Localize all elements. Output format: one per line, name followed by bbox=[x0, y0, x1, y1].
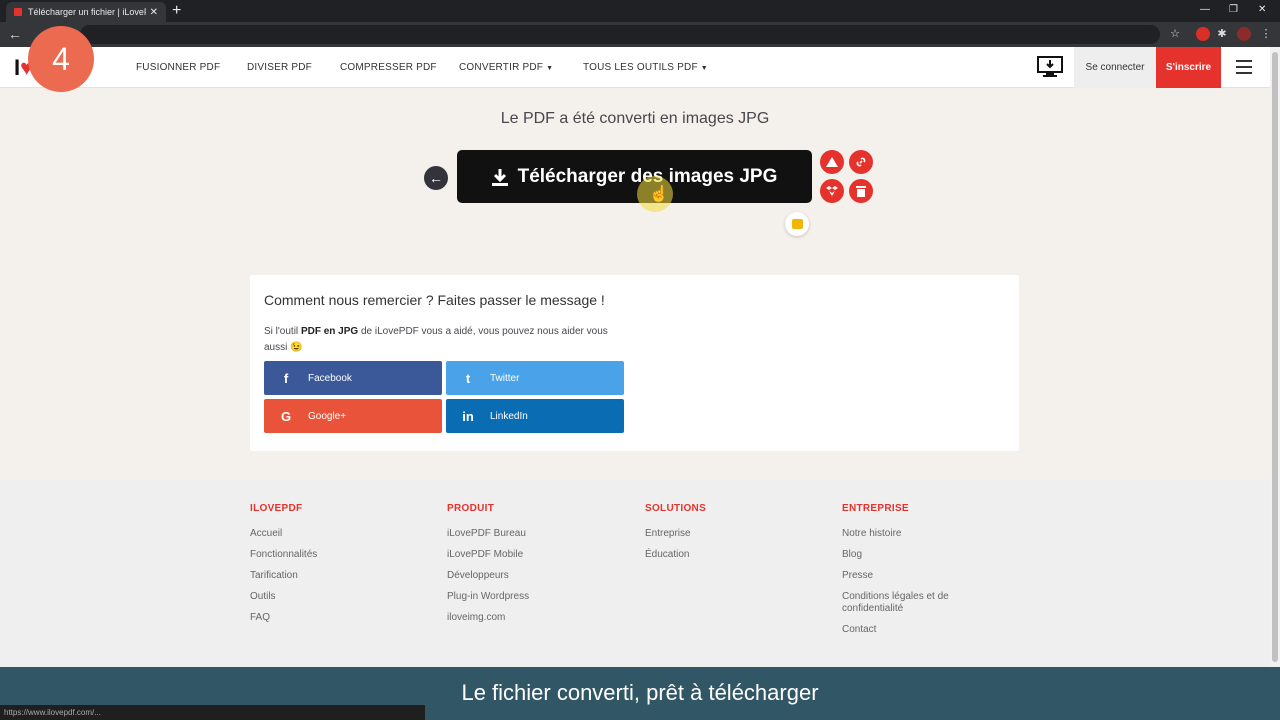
bookmark-star-icon[interactable]: ☆ bbox=[1168, 27, 1182, 41]
footer-link-home[interactable]: Accueil bbox=[250, 528, 317, 540]
window-close-icon[interactable]: ✕ bbox=[1258, 0, 1266, 22]
nav-merge-pdf[interactable]: FUSIONNER PDF bbox=[136, 47, 220, 88]
site-footer bbox=[0, 480, 1270, 667]
signup-button[interactable]: S'inscrire bbox=[1156, 47, 1221, 88]
browser-tab[interactable]: Télécharger un fichier | iLovePDF ✕ bbox=[6, 2, 166, 22]
page-title: Le PDF a été converti en images JPG bbox=[500, 110, 770, 127]
extension-helper-icon[interactable] bbox=[785, 212, 809, 236]
caret-down-icon: ▼ bbox=[700, 65, 708, 72]
footer-link-press[interactable]: Presse bbox=[842, 570, 982, 582]
footer-heading: ILOVEPDF bbox=[250, 503, 303, 514]
footer-link-iloveimg[interactable]: iloveimg.com bbox=[447, 612, 529, 624]
footer-link-desktop[interactable]: iLovePDF Bureau bbox=[447, 528, 529, 540]
hand-cursor-icon: ☝ bbox=[649, 186, 669, 203]
footer-link-features[interactable]: Fonctionnalités bbox=[250, 549, 317, 561]
delete-file-button[interactable] bbox=[849, 179, 873, 203]
browser-tab-bar: Télécharger un fichier | iLovePDF ✕ + — … bbox=[0, 0, 1280, 22]
twitter-icon: t bbox=[465, 370, 471, 386]
footer-link-pricing[interactable]: Tarification bbox=[250, 570, 317, 582]
footer-link-faq[interactable]: FAQ bbox=[250, 612, 317, 624]
facebook-share-button[interactable]: f Facebook bbox=[264, 361, 442, 395]
share-title: Comment nous remercier ? Faites passer l… bbox=[264, 292, 605, 308]
share-link-button[interactable] bbox=[849, 150, 873, 174]
twitter-share-button[interactable]: t Twitter bbox=[446, 361, 624, 395]
footer-link-developers[interactable]: Développeurs bbox=[447, 570, 529, 582]
dropbox-icon bbox=[826, 186, 838, 196]
footer-link-legal[interactable]: Conditions légales et de confidentialité bbox=[842, 591, 982, 615]
twitter-label: Twitter bbox=[490, 372, 520, 384]
step-number-badge: 4 bbox=[28, 26, 94, 92]
footer-column-company: ENTREPRISE Notre histoire Blog Presse Co… bbox=[842, 503, 982, 645]
footer-link-education[interactable]: Éducation bbox=[645, 549, 706, 561]
facebook-icon: f bbox=[283, 370, 289, 386]
minimize-icon[interactable]: — bbox=[1200, 0, 1210, 22]
browser-status-bar: https://www.ilovepdf.com/... bbox=[0, 705, 425, 720]
nav-split-pdf[interactable]: DIVISER PDF bbox=[247, 47, 312, 88]
linkedin-label: LinkedIn bbox=[490, 410, 528, 422]
linkedin-share-button[interactable]: in LinkedIn bbox=[446, 399, 624, 433]
extensions-puzzle-icon[interactable]: ✱ bbox=[1215, 27, 1229, 41]
browser-menu-icon[interactable]: ⋮ bbox=[1259, 27, 1273, 41]
google-drive-upload-button[interactable] bbox=[820, 150, 844, 174]
back-arrow-icon[interactable]: ← bbox=[8, 26, 22, 42]
linkedin-icon: in bbox=[462, 408, 474, 424]
drive-icon bbox=[826, 157, 838, 167]
share-description: Si l'outil PDF en JPG de iLovePDF vous a… bbox=[264, 326, 608, 353]
footer-heading: PRODUIT bbox=[447, 503, 495, 514]
address-bar[interactable] bbox=[80, 25, 1160, 44]
footer-link-tools[interactable]: Outils bbox=[250, 591, 317, 603]
facebook-label: Facebook bbox=[308, 372, 352, 384]
ilovepdf-favicon-icon bbox=[14, 8, 22, 16]
footer-column-solutions: SOLUTIONS Entreprise Éducation bbox=[645, 503, 706, 570]
nav-convert-pdf-label: CONVERTIR PDF bbox=[459, 62, 544, 73]
browser-tab-title: Télécharger un fichier | iLovePDF bbox=[28, 7, 146, 17]
scrollbar-thumb[interactable] bbox=[1272, 52, 1278, 662]
download-button[interactable]: Télécharger des images JPG bbox=[457, 150, 812, 203]
back-arrow-button[interactable]: ← bbox=[424, 166, 448, 190]
footer-link-business[interactable]: Entreprise bbox=[645, 528, 706, 540]
nav-all-tools-label: TOUS LES OUTILS PDF bbox=[583, 62, 698, 73]
footer-link-blog[interactable]: Blog bbox=[842, 549, 982, 561]
footer-link-contact[interactable]: Contact bbox=[842, 624, 982, 636]
caret-down-icon: ▼ bbox=[546, 65, 554, 72]
hamburger-menu-icon[interactable] bbox=[1236, 60, 1252, 74]
google-plus-share-button[interactable]: G Google+ bbox=[264, 399, 442, 433]
google-plus-icon: G bbox=[280, 408, 292, 424]
nav-convert-pdf[interactable]: CONVERTIR PDF ▼ bbox=[459, 47, 553, 88]
footer-link-wordpress[interactable]: Plug-in Wordpress bbox=[447, 591, 529, 603]
close-tab-icon[interactable]: ✕ bbox=[150, 7, 158, 18]
login-button[interactable]: Se connecter bbox=[1074, 47, 1156, 88]
footer-link-mobile[interactable]: iLovePDF Mobile bbox=[447, 549, 529, 561]
extension-badge-icon[interactable] bbox=[1196, 27, 1210, 41]
share-card: Comment nous remercier ? Faites passer l… bbox=[250, 275, 1019, 451]
browser-toolbar: ← ☆ ✱ ⋮ bbox=[0, 22, 1280, 47]
link-icon bbox=[856, 157, 866, 167]
maximize-icon[interactable]: ❐ bbox=[1229, 0, 1238, 22]
footer-column-ilovepdf: ILOVEPDF Accueil Fonctionnalités Tarific… bbox=[250, 503, 317, 633]
site-header: I♥F FUSIONNER PDF DIVISER PDF COMPRESSER… bbox=[0, 47, 1270, 88]
desktop-download-icon[interactable] bbox=[1037, 55, 1063, 79]
trash-icon bbox=[856, 186, 866, 197]
nav-compress-pdf[interactable]: COMPRESSER PDF bbox=[340, 47, 437, 88]
tool-name: PDF en JPG bbox=[300, 326, 359, 337]
download-icon bbox=[491, 168, 508, 186]
footer-heading: SOLUTIONS bbox=[645, 503, 707, 514]
profile-avatar[interactable] bbox=[1237, 27, 1251, 41]
new-tab-button[interactable]: + bbox=[172, 2, 181, 20]
footer-link-story[interactable]: Notre histoire bbox=[842, 528, 982, 540]
footer-heading: ENTREPRISE bbox=[842, 503, 909, 514]
google-plus-label: Google+ bbox=[308, 410, 347, 422]
footer-column-product: PRODUIT iLovePDF Bureau iLovePDF Mobile … bbox=[447, 503, 529, 633]
dropbox-upload-button[interactable] bbox=[820, 179, 844, 203]
nav-all-tools[interactable]: TOUS LES OUTILS PDF ▼ bbox=[583, 47, 708, 88]
